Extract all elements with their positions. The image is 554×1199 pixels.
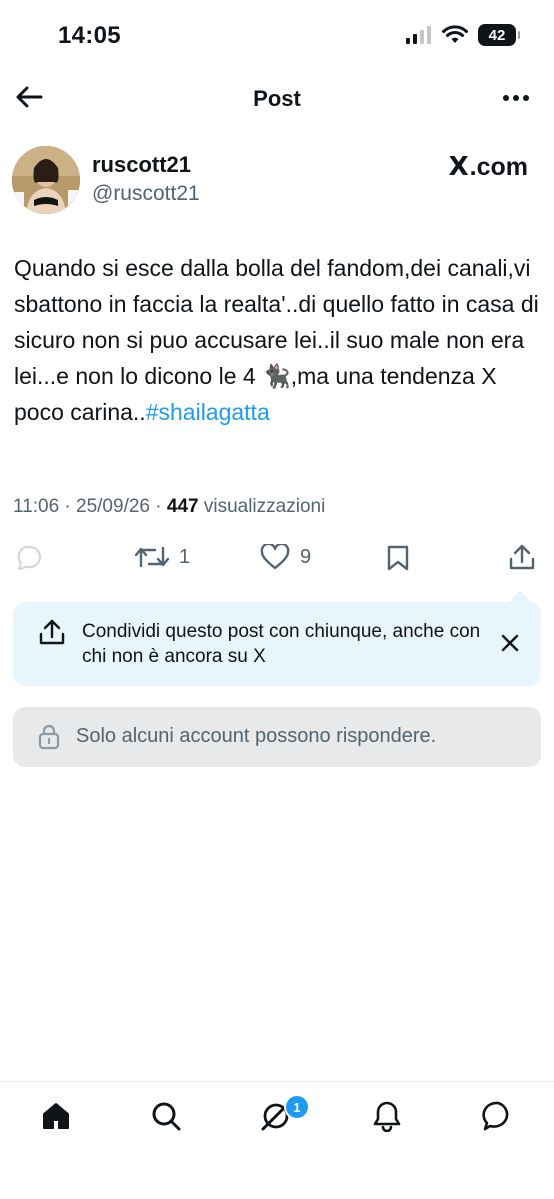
battery-icon: 42 (478, 24, 520, 46)
banner-share-icon (38, 618, 66, 651)
bottom-nav-divider (0, 1081, 554, 1082)
nav-messages[interactable] (478, 1096, 518, 1136)
views-count: 447 (166, 496, 199, 517)
reply-restriction-text: Solo alcuni account possono rispondere. (76, 725, 437, 747)
messages-icon (482, 1101, 509, 1131)
close-icon (501, 634, 519, 652)
bookmark-button[interactable] (386, 544, 410, 572)
display-name[interactable]: ruscott21 (92, 152, 191, 178)
avatar[interactable] (12, 146, 80, 214)
status-time: 14:05 (58, 22, 121, 49)
avatar-image (12, 146, 80, 214)
tweet-time: 11:06 · 25/09/26 · (13, 496, 167, 517)
notifications-icon (373, 1101, 401, 1132)
share-banner-text: Condividi questo post con chiunque, anch… (82, 621, 481, 667)
nav-search[interactable] (146, 1096, 186, 1136)
search-icon (152, 1102, 181, 1131)
tweet-meta: 11:06 · 25/09/26 · 447 visualizzazioni (13, 496, 325, 518)
xcom-label: .com (469, 152, 528, 181)
banner-close-button[interactable] (498, 631, 522, 655)
share-icon (509, 544, 535, 570)
like-count: 9 (300, 545, 312, 568)
tweet-body: Quando si esce dalla bolla del fandom,de… (14, 255, 539, 425)
more-button[interactable] (500, 84, 532, 112)
bookmark-icon (387, 545, 409, 571)
user-handle[interactable]: @ruscott21 (92, 182, 200, 206)
page-title: Post (253, 86, 301, 111)
signal-icon (406, 26, 431, 44)
nav-notifications[interactable] (367, 1096, 407, 1136)
battery-level: 42 (488, 26, 506, 44)
retweet-button[interactable]: 1 (135, 544, 190, 570)
reply-icon (17, 545, 42, 570)
tweet-text: Quando si esce dalla bolla del fandom,de… (14, 250, 540, 430)
nav-home[interactable] (36, 1096, 76, 1136)
like-button[interactable]: 9 (260, 544, 311, 570)
home-icon (43, 1103, 69, 1129)
grok-badge: 1 (284, 1094, 310, 1120)
heart-icon (260, 544, 290, 570)
reply-button[interactable] (14, 544, 42, 570)
x-logo: X (448, 152, 469, 182)
lock-icon (38, 724, 60, 755)
wifi-icon (442, 25, 468, 43)
share-button[interactable] (508, 543, 536, 571)
views-label: visualizzazioni (198, 496, 326, 517)
retweet-count: 1 (179, 545, 191, 568)
status-icons: 42 (406, 24, 520, 46)
retweet-icon (135, 546, 169, 568)
xcom-watermark: X .com (449, 152, 528, 182)
hashtag-link[interactable]: #shailagatta (146, 399, 270, 425)
more-horizontal-icon (503, 95, 529, 101)
